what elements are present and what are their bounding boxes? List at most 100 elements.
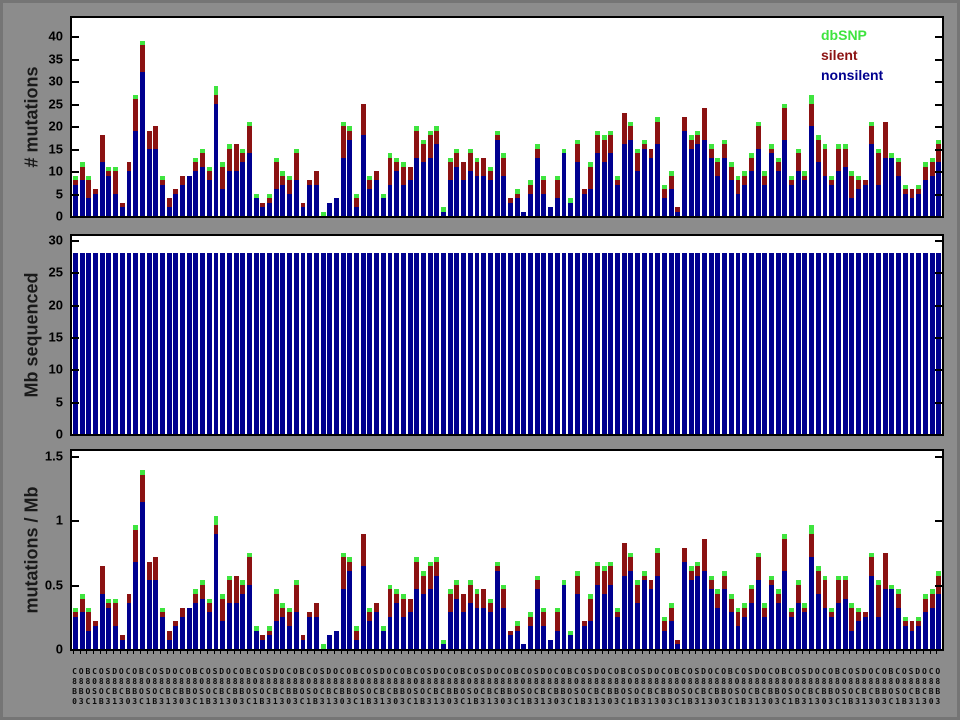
bar — [742, 171, 747, 216]
bar — [548, 207, 553, 216]
x-tick — [441, 651, 442, 654]
bar-segment-silent — [488, 603, 493, 612]
bar — [180, 253, 185, 434]
bar-segment-nonsilent — [655, 144, 660, 216]
bar-segment-nonsilent — [260, 640, 265, 649]
bar — [541, 253, 546, 434]
bar-segment-nonsilent — [869, 576, 874, 649]
bar-segment-nonsilent — [849, 631, 854, 649]
bar-segment-nonsilent — [301, 640, 306, 649]
bar — [869, 553, 874, 649]
panel-mutations — [70, 16, 944, 218]
bar — [836, 576, 841, 649]
bar-segment-nonsilent — [809, 557, 814, 649]
bar-segment-nonsilent — [260, 207, 265, 216]
bar — [167, 631, 172, 649]
bar-segment-silent — [575, 576, 580, 594]
bar-segment-silent — [776, 594, 781, 603]
bar — [475, 589, 480, 649]
x-tick — [454, 651, 455, 654]
x-tick — [361, 651, 362, 654]
bar-segment-nonsilent — [214, 253, 219, 434]
bar — [347, 557, 352, 649]
bar-segment-nonsilent — [234, 253, 239, 434]
bar-segment-dbsnp — [214, 516, 219, 525]
bar-segment-nonsilent — [715, 608, 720, 649]
bar-segment-nonsilent — [247, 153, 252, 216]
x-tick — [401, 651, 402, 654]
bar-segment-nonsilent — [655, 576, 660, 649]
bar — [133, 525, 138, 649]
bar-segment-silent — [207, 171, 212, 180]
x-tick — [140, 651, 141, 654]
bar-segment-nonsilent — [642, 580, 647, 649]
bar — [475, 158, 480, 217]
x-tick — [267, 651, 268, 654]
bar-segment-nonsilent — [782, 140, 787, 217]
bar-segment-silent — [749, 589, 754, 603]
bar-segment-nonsilent — [488, 612, 493, 649]
bar — [782, 104, 787, 217]
bar — [883, 253, 888, 434]
bar-segment-nonsilent — [481, 608, 486, 649]
x-tick — [736, 651, 737, 654]
bar-segment-silent — [588, 599, 593, 622]
y-tick — [935, 104, 942, 106]
bar-segment-silent — [528, 617, 533, 626]
bar-segment-silent — [361, 104, 366, 136]
x-tick — [675, 651, 676, 654]
y-tick-label: 0 — [13, 642, 63, 657]
bar — [274, 158, 279, 217]
bar — [448, 589, 453, 649]
bar-segment-nonsilent — [889, 253, 894, 434]
bar-segment-silent — [434, 131, 439, 145]
bar-segment-nonsilent — [722, 253, 727, 434]
bar — [147, 131, 152, 217]
bar-segment-nonsilent — [829, 185, 834, 217]
bar-segment-nonsilent — [200, 167, 205, 217]
bar-segment-nonsilent — [73, 253, 78, 434]
x-tick — [234, 651, 235, 654]
bar-segment-silent — [367, 180, 372, 189]
bar-segment-nonsilent — [468, 171, 473, 216]
bar-segment-nonsilent — [782, 253, 787, 434]
x-tick — [816, 651, 817, 654]
bar-segment-silent — [468, 153, 473, 171]
bar-segment-nonsilent — [428, 158, 433, 217]
bar — [602, 253, 607, 434]
bar-segment-nonsilent — [254, 198, 259, 216]
bar-segment-silent — [280, 176, 285, 185]
bar — [394, 253, 399, 434]
bar-segment-nonsilent — [535, 589, 540, 649]
bar-segment-nonsilent — [461, 612, 466, 649]
bar-segment-nonsilent — [789, 253, 794, 434]
bar-segment-nonsilent — [628, 571, 633, 649]
bar-segment-nonsilent — [508, 635, 513, 649]
bar-segment-nonsilent — [582, 253, 587, 434]
y-tick-label: 20 — [13, 297, 63, 312]
bar — [582, 253, 587, 434]
bar — [896, 253, 901, 434]
x-tick — [541, 651, 542, 654]
bar — [434, 126, 439, 216]
bar-segment-nonsilent — [722, 158, 727, 217]
bar — [73, 176, 78, 217]
bar-segment-nonsilent — [327, 203, 332, 217]
bar-segment-nonsilent — [602, 253, 607, 434]
bar — [709, 576, 714, 649]
bar-segment-nonsilent — [689, 580, 694, 649]
bar-segment-silent — [662, 189, 667, 198]
bar-segment-nonsilent — [856, 253, 861, 434]
x-tick — [113, 651, 114, 654]
bar-segment-silent — [414, 131, 419, 158]
x-tick — [615, 651, 616, 654]
bar — [200, 580, 205, 649]
x-tick — [448, 651, 449, 654]
bar-segment-silent — [628, 557, 633, 571]
bar-segment-silent — [622, 543, 627, 575]
bar — [240, 149, 245, 217]
bar — [736, 176, 741, 217]
bar — [695, 562, 700, 649]
bar-segment-silent — [347, 562, 352, 571]
bar-segment-nonsilent — [501, 176, 506, 217]
